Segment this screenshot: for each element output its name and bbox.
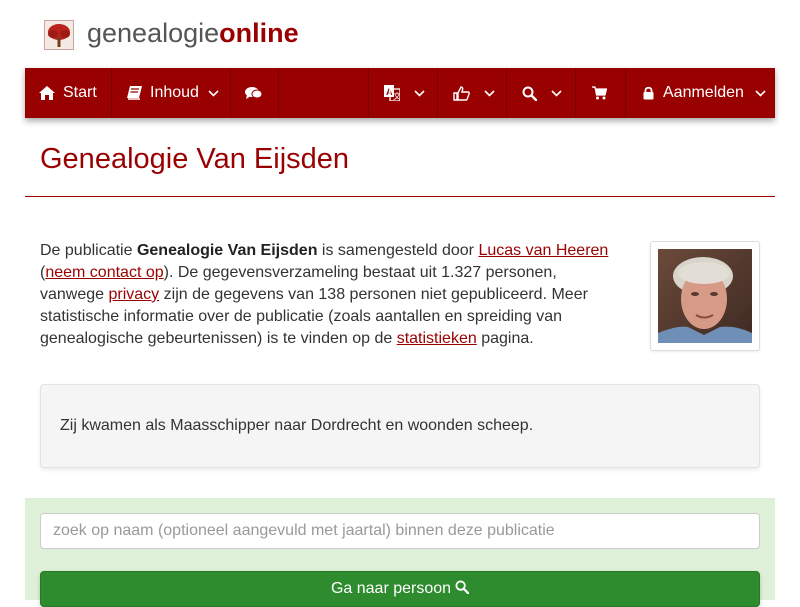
search-icon [455, 579, 470, 599]
tree-logo-icon[interactable] [44, 20, 74, 50]
site-header: genealogieonline [0, 0, 800, 68]
intro-text: is samengesteld door [317, 242, 479, 259]
chat-icon [245, 86, 262, 100]
intro-text: pagina. [476, 330, 534, 347]
nav-start[interactable]: Start [39, 68, 97, 118]
author-photo [658, 249, 752, 343]
nav-shop[interactable] [592, 68, 607, 118]
go-to-person-button[interactable]: Ga naar persoon [40, 571, 760, 607]
nav-start-label: Start [63, 84, 97, 101]
nav-share[interactable] [453, 68, 495, 118]
logo-text-part1: genealogie [87, 18, 220, 48]
page-title: Genealogie Van Eijsden [40, 143, 350, 175]
site-logo[interactable]: genealogieonline [87, 16, 299, 50]
privacy-link[interactable]: privacy [109, 286, 160, 303]
go-to-person-label: Ga naar persoon [330, 580, 452, 597]
thumbs-up-icon [453, 85, 470, 101]
chevron-down-icon [484, 89, 495, 97]
author-link[interactable]: Lucas van Heeren [478, 242, 608, 259]
intro-text: De publicatie [40, 242, 137, 259]
person-search-input[interactable] [40, 513, 760, 549]
chevron-down-icon [551, 89, 562, 97]
logo-text-part2: online [219, 18, 299, 48]
nav-language[interactable]: A文 [384, 68, 425, 118]
search-icon [522, 86, 537, 101]
chevron-down-icon [414, 89, 425, 97]
lock-icon [643, 86, 654, 100]
svg-text:文: 文 [393, 91, 400, 101]
nav-inhoud[interactable]: Inhoud [127, 68, 219, 118]
nav-forum[interactable] [245, 68, 262, 118]
nav-search[interactable] [522, 68, 562, 118]
contact-link[interactable]: neem contact op [45, 264, 163, 281]
publication-note: Zij kwamen als Maasschipper naar Dordrec… [40, 384, 760, 468]
statistics-link[interactable]: statistieken [397, 330, 477, 347]
home-icon [39, 86, 55, 100]
book-icon [127, 86, 142, 100]
person-search-panel: Ga naar persoon [25, 498, 775, 607]
author-photo-frame[interactable] [650, 241, 760, 351]
nav-login-label: Aanmelden [663, 84, 744, 101]
translate-icon: A文 [384, 85, 400, 101]
publication-name: Genealogie Van Eijsden [136, 242, 318, 259]
publication-intro: De publicatie Genealogie Van Eijsden is … [40, 240, 625, 350]
note-text: Zij kwamen als Maasschipper naar Dordrec… [60, 417, 534, 434]
nav-inhoud-label: Inhoud [150, 84, 199, 101]
chevron-down-icon [208, 89, 219, 97]
cart-icon [592, 86, 607, 100]
nav-login[interactable]: Aanmelden [643, 68, 766, 118]
chevron-down-icon [755, 89, 766, 97]
title-divider [25, 196, 775, 197]
main-navbar: Start Inhoud A文 Aanmelden [25, 68, 775, 118]
